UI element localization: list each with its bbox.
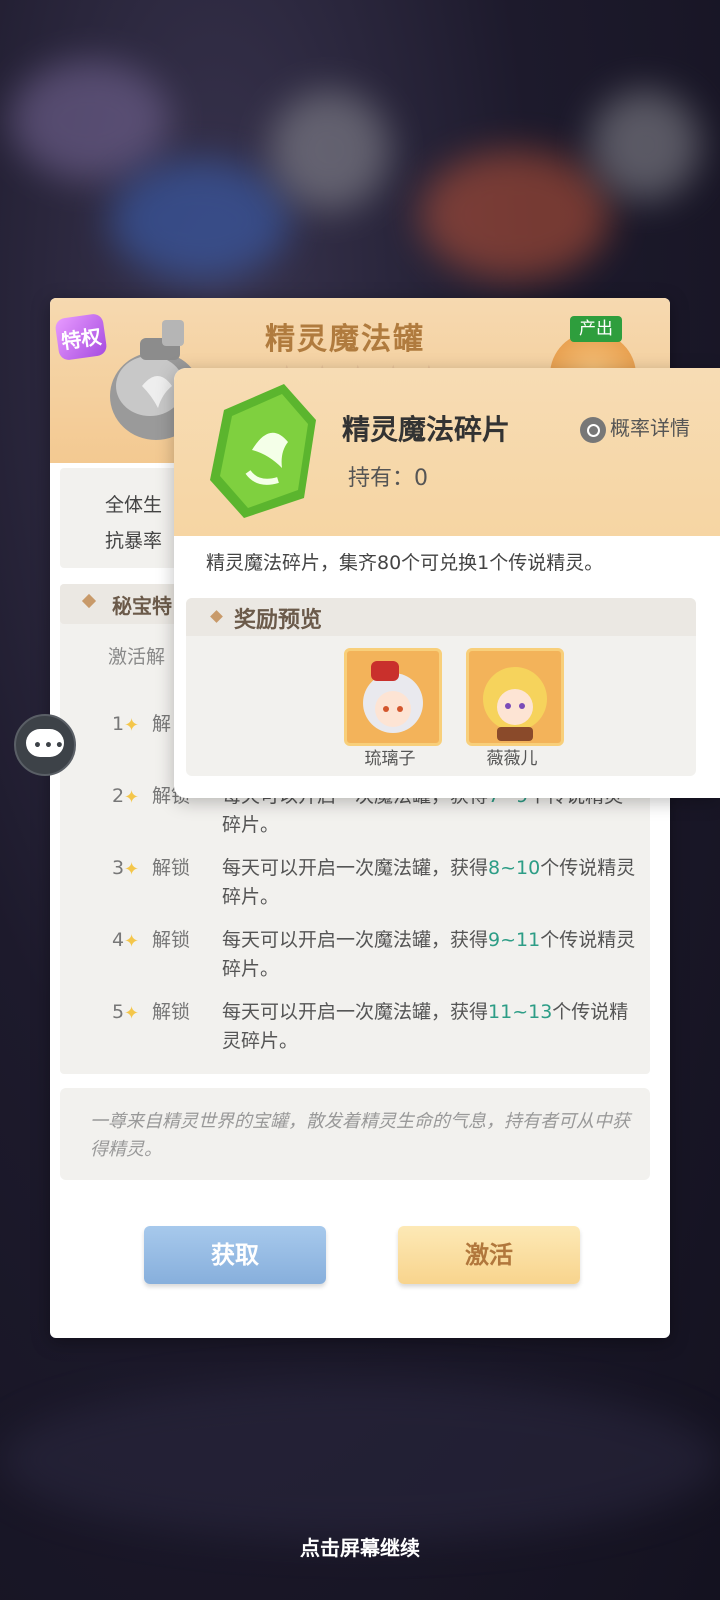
sparkle-icon: ✦ xyxy=(124,931,140,952)
get-button[interactable]: 获取 xyxy=(144,1226,326,1284)
character-portrait-icon xyxy=(483,667,547,741)
diamond-icon xyxy=(81,593,97,609)
unlock-level: 3 xyxy=(112,857,125,879)
sparkle-icon: ✦ xyxy=(124,859,140,880)
probability-details-label: 概率详情 xyxy=(610,416,690,440)
hold-count: 持有：0 xyxy=(348,466,428,491)
popup-header: 精灵魔法碎片 持有：0 概率详情 xyxy=(174,368,720,536)
unlock-row: 5 ✦ 解锁 每天可以开启一次魔法罐，获得11~13个传说精灵碎片。 xyxy=(112,998,632,1058)
green-shard-icon xyxy=(210,384,316,518)
unlock-level: 4 xyxy=(112,929,125,951)
popup-title: 精灵魔法碎片 xyxy=(342,413,511,446)
sparkle-icon: ✦ xyxy=(124,1003,140,1024)
background-blur xyxy=(10,60,170,180)
popup-description: 精灵魔法碎片，集齐80个可兑换1个传说精灵。 xyxy=(206,552,604,574)
produce-badge: 产出 xyxy=(570,316,622,342)
unlock-desc: 每天可以开启一次魔法罐，获得11~13个传说精灵碎片。 xyxy=(222,1001,629,1052)
background-blur xyxy=(420,150,610,280)
attr-line: 全体生 xyxy=(105,494,163,516)
activate-button[interactable]: 激活 xyxy=(398,1226,580,1284)
unlock-level: 2 xyxy=(112,785,125,807)
unlock-level: 5 xyxy=(112,1001,125,1023)
unlock-desc: 每天可以开启一次魔法罐，获得9~11个传说精灵碎片。 xyxy=(222,929,636,980)
panel-title: 精灵魔法罐 xyxy=(265,322,425,357)
character-portrait-icon xyxy=(363,661,423,733)
flavor-text: 一尊来自精灵世界的宝罐，散发着精灵生命的气息，持有者可从中获得精灵。 xyxy=(90,1111,630,1160)
unlock-label: 解锁 xyxy=(152,857,191,879)
unlock-label: 解锁 xyxy=(152,1001,191,1023)
background-blur xyxy=(0,1380,720,1540)
flavor-text-box: 一尊来自精灵世界的宝罐，散发着精灵生命的气息，持有者可从中获得精灵。 xyxy=(60,1088,650,1180)
activate-hint: 激活解 xyxy=(108,646,166,668)
unlock-level: 1 xyxy=(112,713,125,735)
unlock-label: 解锁 xyxy=(152,929,191,951)
reward-preview-header: 奖励预览 xyxy=(186,598,696,636)
reward-avatar-weiwei[interactable] xyxy=(466,648,564,746)
shard-info-popup: 精灵魔法碎片 持有：0 概率详情 精灵魔法碎片，集齐80个可兑换1个传说精灵。 … xyxy=(174,368,720,798)
sparkle-icon: ✦ xyxy=(124,715,140,736)
unlock-row: 4 ✦ 解锁 每天可以开启一次魔法罐，获得9~11个传说精灵碎片。 xyxy=(112,926,635,986)
probability-details-button[interactable]: 概率详情 xyxy=(580,412,690,443)
privilege-badge: 特权 xyxy=(54,312,108,362)
magnifier-icon xyxy=(580,416,606,443)
reward-preview: 奖励预览 琉璃子 薇薇儿 xyxy=(186,598,696,776)
secret-section-label: 秘宝特 xyxy=(112,594,172,618)
tap-to-continue-hint[interactable]: 点击屏幕继续 xyxy=(0,1532,720,1561)
unlock-row: 3 ✦ 解锁 每天可以开启一次魔法罐，获得8~10个传说精灵碎片。 xyxy=(112,854,635,914)
background-blur xyxy=(590,90,700,200)
reward-name: 薇薇儿 xyxy=(486,749,538,769)
background-blur xyxy=(270,90,390,210)
reward-name: 琉璃子 xyxy=(364,749,416,769)
sparkle-icon: ✦ xyxy=(124,787,140,808)
unlock-label: 解 xyxy=(152,713,172,735)
unlock-desc: 每天可以开启一次魔法罐，获得8~10个传说精灵碎片。 xyxy=(222,857,636,908)
chat-dots-icon: ••• xyxy=(33,738,66,754)
chat-button[interactable]: ••• xyxy=(14,714,76,776)
diamond-icon xyxy=(210,610,223,623)
background-blur xyxy=(110,160,290,280)
attr-line: 抗暴率 xyxy=(105,530,163,552)
reward-preview-label: 奖励预览 xyxy=(234,608,323,633)
reward-avatar-liuli[interactable] xyxy=(344,648,442,746)
